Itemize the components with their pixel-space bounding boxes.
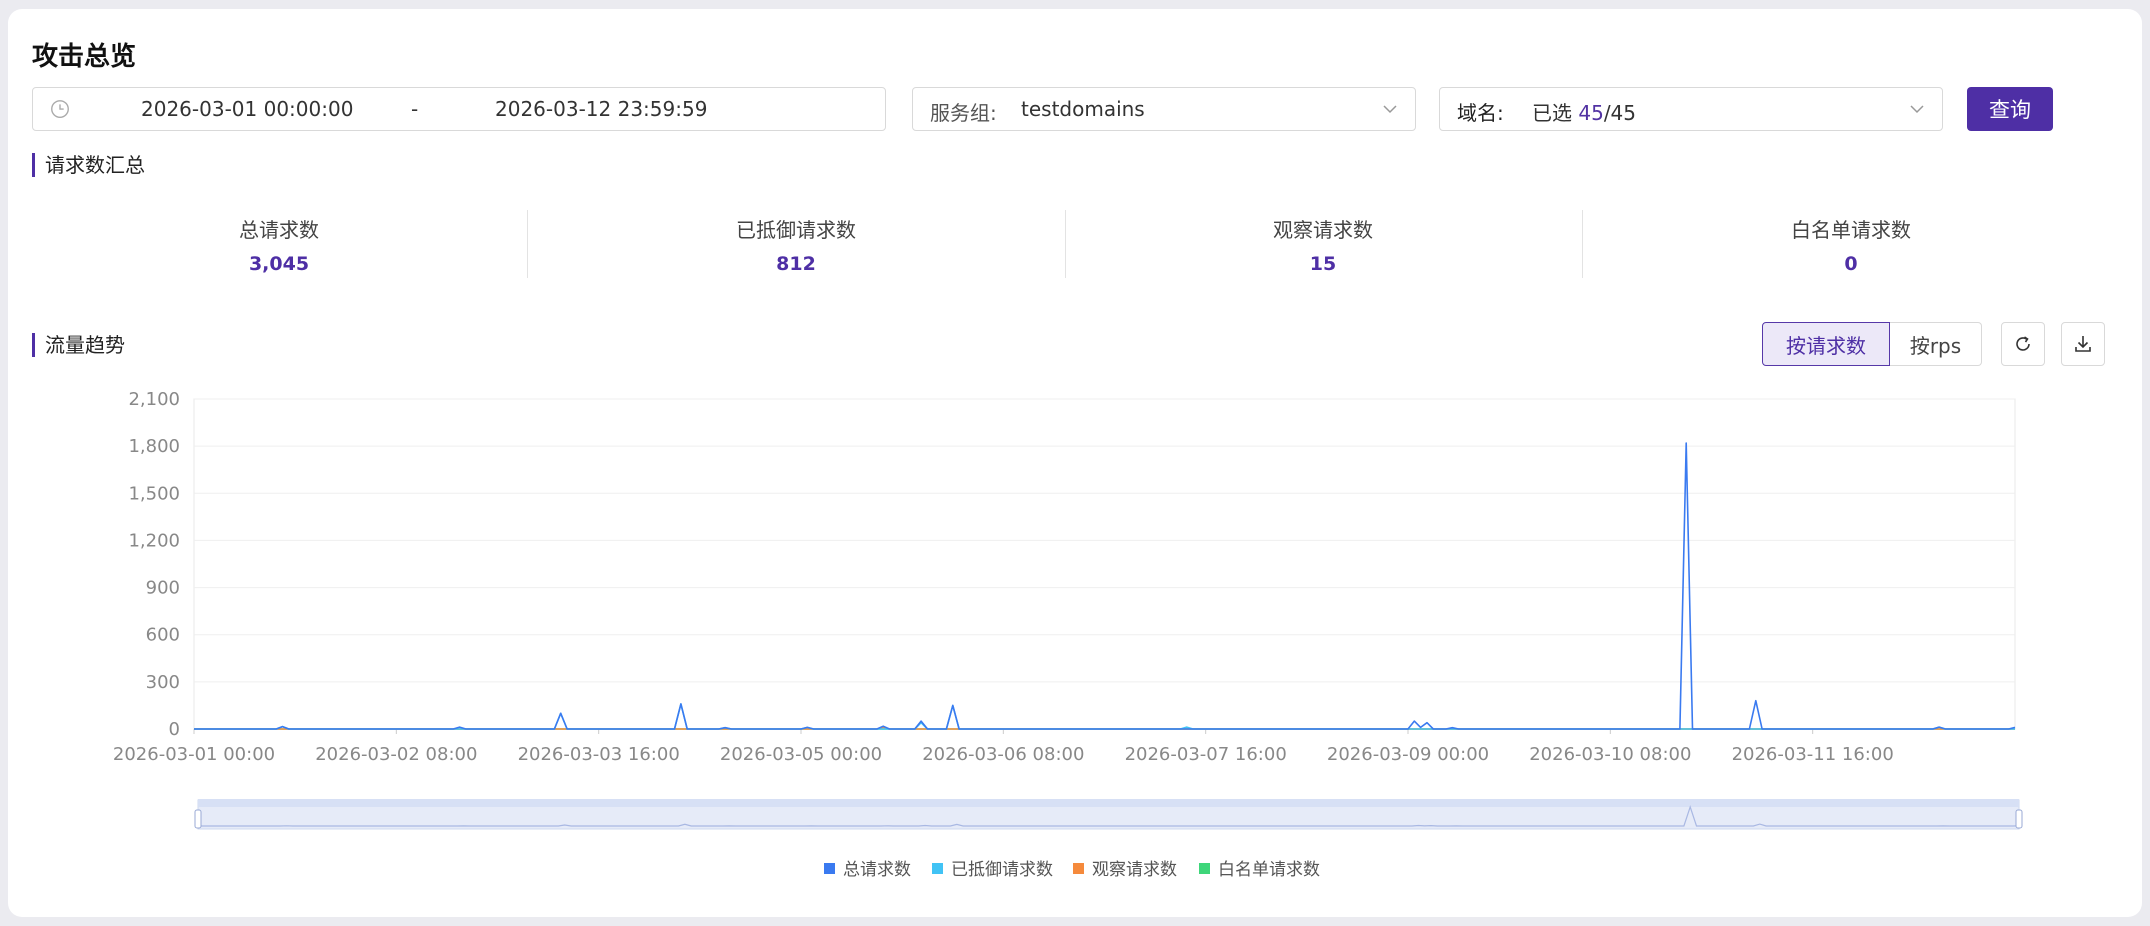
y-tick-label: 2,100 <box>128 389 180 410</box>
x-tick-label: 2026-03-10 08:00 <box>1529 744 1691 765</box>
x-tick-label: 2026-03-09 00:00 <box>1327 744 1489 765</box>
zoom-slider-handle <box>194 809 202 829</box>
plot-area <box>193 398 2016 730</box>
legend-label: 观察请求数 <box>1092 860 1177 880</box>
zoom-slider-top-bar <box>198 799 2019 807</box>
x-tick-label: 2026-03-07 16:00 <box>1125 744 1287 765</box>
y-tick-label: 0 <box>169 719 180 740</box>
x-tick-label: 2026-03-03 16:00 <box>518 744 680 765</box>
y-tick-label: 900 <box>146 578 180 599</box>
series-line <box>194 442 2016 730</box>
series-line <box>194 703 2015 730</box>
legend-label: 白名单请求数 <box>1218 860 1320 880</box>
legend-swatch <box>932 863 943 874</box>
legend-swatch <box>824 863 835 874</box>
x-tick-label: 2026-03-11 16:00 <box>1732 744 1894 765</box>
traffic-trend-chart: 0 300 600 900 1,200 1,500 1,800 2,100 2026-03-01… <box>113 389 2023 880</box>
y-tick-label: 300 <box>146 672 180 693</box>
legend-swatch <box>1073 863 1084 874</box>
x-tick-label: 2026-03-01 00:00 <box>113 744 275 765</box>
y-tick-label: 1,500 <box>128 483 180 504</box>
y-tick-label: 1,800 <box>128 436 180 457</box>
x-tick-label: 2026-03-02 08:00 <box>315 744 477 765</box>
legend-swatch <box>1199 863 1210 874</box>
legend-label: 已抵御请求数 <box>951 860 1053 880</box>
y-tick-label: 1,200 <box>128 530 180 551</box>
legend-label: 总请求数 <box>843 860 911 880</box>
x-tick-label: 2026-03-06 08:00 <box>922 744 1084 765</box>
zoom-slider-handle <box>2015 809 2023 829</box>
y-tick-label: 600 <box>146 625 180 646</box>
x-tick-label: 2026-03-05 00:00 <box>720 744 882 765</box>
